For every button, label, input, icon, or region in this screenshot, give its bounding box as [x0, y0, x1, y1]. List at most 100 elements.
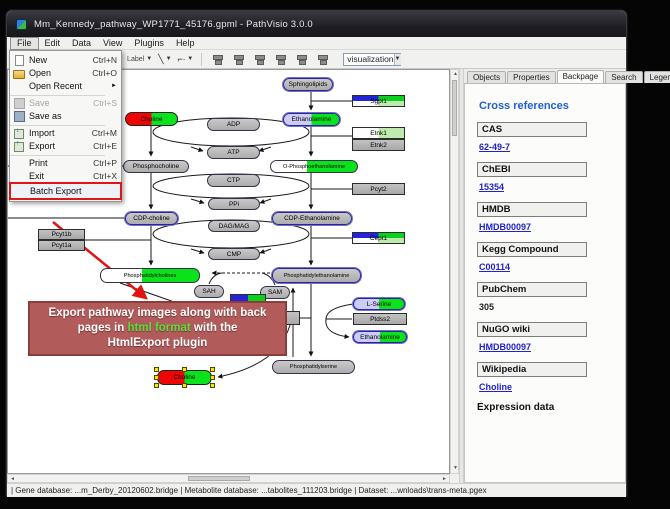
chevron-down-icon[interactable]: ▼ [394, 54, 401, 65]
pathway-node[interactable]: O-Phosphoethanolamine [270, 160, 358, 173]
pathway-node[interactable]: Etnk2 [352, 139, 405, 151]
file-menu-item[interactable]: Exit Ctrl+X ► [10, 169, 121, 182]
connector-tool-icon: ⌐∙ [178, 54, 186, 64]
align-horizontal-center-icon[interactable] [232, 54, 245, 65]
menubar-item[interactable]: Plugins [128, 37, 170, 50]
file-menu-item[interactable]: ► [10, 152, 121, 156]
crossref-source: HMDB [477, 202, 587, 217]
stack-horizontal-icon[interactable] [274, 54, 287, 65]
menubar-item[interactable]: Data [66, 37, 97, 50]
pathway-node[interactable]: Sgpl1 [352, 95, 405, 107]
horizontal-scrollbar[interactable]: ◄ ► [7, 474, 450, 483]
selection-handle[interactable] [210, 367, 215, 372]
status-text: | Gene database: ...m_Derby_20120602.bri… [11, 486, 487, 495]
align-vertical-center-icon[interactable] [211, 54, 224, 65]
crossref-source: ChEBI [477, 162, 587, 177]
submenu-arrow-icon: ► [111, 83, 117, 89]
crossref-value[interactable]: Choline [479, 382, 625, 392]
pathway-node[interactable]: ADP [207, 118, 260, 131]
file-menu-item[interactable]: New Ctrl+N ► [10, 53, 121, 66]
scroll-up-icon[interactable]: ▲ [453, 71, 458, 78]
distribute-horizontal-icon[interactable] [316, 54, 329, 65]
selection-handle[interactable] [154, 383, 159, 388]
pathway-node[interactable]: CDP-choline [125, 212, 178, 225]
pathway-node[interactable]: Phosphatidylcholines [100, 268, 200, 283]
pathway-node[interactable]: CDP-Ethanolamine [272, 212, 352, 225]
scrollbar-thumb[interactable] [452, 80, 457, 136]
pathway-node[interactable]: Phosphatidylserine [272, 360, 355, 374]
crossref-value[interactable]: HMDB00097 [479, 342, 625, 352]
pathway-node[interactable]: Pcyt2 [352, 183, 405, 195]
stack-vertical-icon[interactable] [253, 54, 266, 65]
scroll-right-icon[interactable]: ► [442, 476, 447, 483]
menubar-item[interactable]: View [97, 37, 128, 50]
scroll-left-icon[interactable]: ◄ [10, 476, 15, 483]
menubar-item[interactable]: File [10, 37, 39, 50]
title-bar[interactable]: Mm_Kennedy_pathway_WP1771_45176.gpml - P… [7, 11, 626, 37]
line-tool-button[interactable]: ╲ ▼ [158, 54, 171, 65]
chevron-down-icon[interactable]: ▼ [146, 56, 152, 62]
file-menu-item[interactable]: ► [10, 122, 121, 126]
pathvisio-logo-icon [16, 19, 27, 30]
pathway-node[interactable]: PPi [208, 198, 260, 210]
pathway-node[interactable]: Etnk1 [352, 127, 405, 139]
app-window: Mm_Kennedy_pathway_WP1771_45176.gpml - P… [6, 10, 627, 496]
pathway-node[interactable]: SAH [194, 285, 224, 298]
pathway-node[interactable]: Cept1 [352, 232, 405, 244]
file-menu-item[interactable]: Open Ctrl+O ► [10, 66, 121, 79]
crossref-section: ChEBI 15354 [477, 162, 625, 192]
pathway-node[interactable]: ATP [207, 146, 260, 159]
pathway-node[interactable]: CTP [207, 174, 260, 187]
pathway-node[interactable]: Choline [125, 112, 178, 126]
pathway-node[interactable]: Pcyt1b [38, 229, 85, 240]
pathway-node[interactable]: Ethanolamine [353, 331, 407, 343]
pathway-node[interactable]: Sphingolipids [283, 78, 333, 91]
selection-handle[interactable] [210, 383, 215, 388]
pathway-node[interactable]: Ptdss2 [353, 313, 407, 325]
scrollbar-thumb[interactable] [188, 476, 250, 481]
pathway-node[interactable]: Pcyt1a [38, 240, 85, 251]
crossref-value[interactable]: 305 [479, 302, 625, 312]
export-icon [13, 141, 24, 151]
panel-tab[interactable]: Legend [644, 71, 670, 83]
distribute-vertical-icon[interactable] [295, 54, 308, 65]
file-menu-item[interactable]: ► [10, 92, 121, 96]
visualization-combobox[interactable]: visualization ▼ [343, 53, 401, 66]
crossref-source: NuGO wiki [477, 322, 587, 337]
chevron-down-icon[interactable]: ▼ [166, 56, 172, 62]
vertical-scrollbar[interactable]: ▲ ▼ [450, 69, 459, 474]
pathway-node[interactable]: CMP [208, 248, 260, 260]
crossref-section: NuGO wiki HMDB00097 [477, 322, 625, 352]
pathway-node[interactable]: DAG/MAG [208, 220, 260, 232]
crossref-source: Wikipedia [477, 362, 587, 377]
menubar-item[interactable]: Edit [39, 37, 67, 50]
panel-tab[interactable]: Backpage [557, 70, 605, 83]
connector-tool-button[interactable]: ⌐∙ ▼ [178, 54, 194, 64]
crossref-section: Wikipedia Choline [477, 362, 625, 392]
crossref-source: PubChem [477, 282, 587, 297]
pathway-node[interactable]: Phosphatidylethanolamine [272, 268, 361, 283]
crossref-value[interactable]: HMDB00097 [479, 222, 625, 232]
selection-handle[interactable] [182, 383, 187, 388]
crossref-section: PubChem 305 [477, 282, 625, 312]
pathway-node-selected[interactable]: Choline [157, 370, 212, 385]
panel-tab[interactable]: Search [605, 71, 642, 83]
scroll-down-icon[interactable]: ▼ [453, 465, 458, 472]
panel-tab[interactable]: Objects [467, 71, 506, 83]
pathway-node[interactable]: L-Serine [353, 298, 405, 310]
crossref-value[interactable]: C00114 [479, 262, 625, 272]
pathway-node[interactable]: Phosphocholine [123, 160, 189, 173]
file-menu-item[interactable]: Batch Export ► [11, 184, 120, 198]
selection-handle[interactable] [182, 367, 187, 372]
crossref-value[interactable]: 62-49-7 [479, 142, 625, 152]
selection-handle[interactable] [154, 367, 159, 372]
chevron-down-icon[interactable]: ▼ [187, 56, 193, 62]
selection-handle[interactable] [210, 375, 215, 380]
menubar-item[interactable]: Help [170, 37, 201, 50]
file-menu-dropdown: New Ctrl+N ► Open Ctrl+O ► Open Recent ►… [9, 50, 122, 202]
selection-handle[interactable] [154, 375, 159, 380]
crossref-value[interactable]: 15354 [479, 182, 625, 192]
pathway-node[interactable]: Ethanolamine [283, 113, 340, 126]
panel-tab[interactable]: Properties [507, 71, 555, 83]
label-tool-button[interactable]: Label ▼ [127, 56, 152, 63]
